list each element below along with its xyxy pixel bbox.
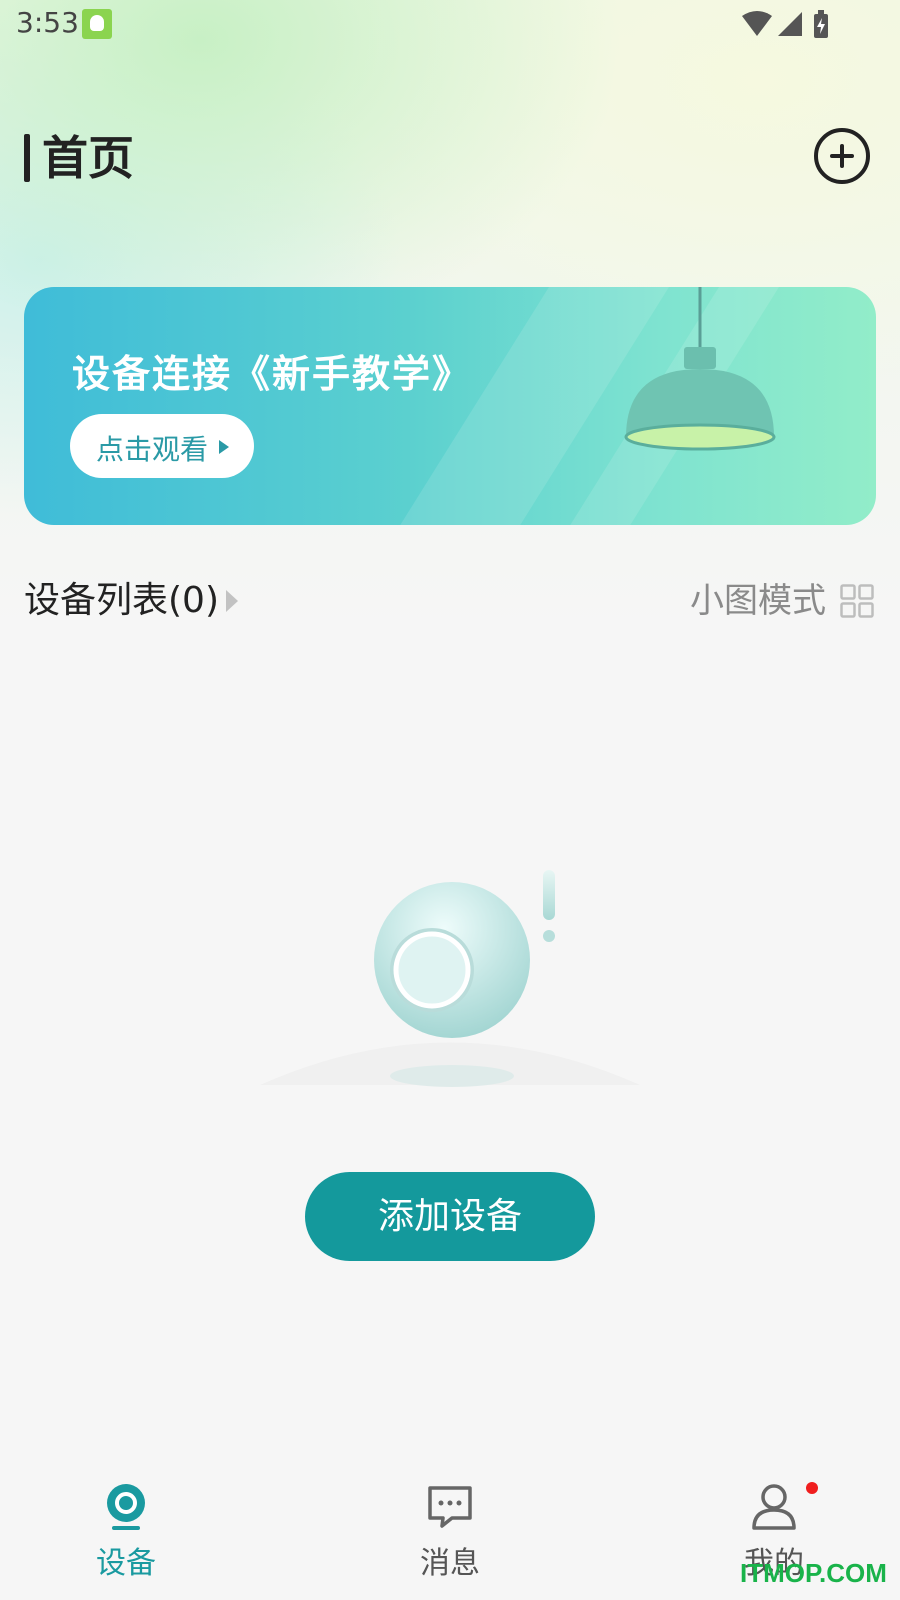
app-notification-icon xyxy=(82,9,112,39)
watch-tutorial-button[interactable]: 点击观看 xyxy=(70,414,254,478)
device-list-title[interactable]: 设备列表(0) xyxy=(24,580,219,622)
grid-view-icon[interactable] xyxy=(840,584,874,618)
watch-tutorial-label: 点击观看 xyxy=(96,433,209,466)
status-time: 3:53 xyxy=(16,6,79,39)
add-icon-button[interactable] xyxy=(814,128,870,184)
banner-title: 设备连接《新手教学》 xyxy=(72,352,473,396)
add-device-button[interactable]: 添加设备 xyxy=(305,1172,595,1261)
system-status-icons xyxy=(742,10,828,38)
title-accent-bar xyxy=(24,134,30,182)
notification-badge xyxy=(806,1482,818,1494)
message-icon xyxy=(428,1486,472,1528)
person-icon xyxy=(752,1484,796,1530)
camera-icon xyxy=(107,1484,145,1530)
lamp-illustration xyxy=(624,287,776,451)
battery-icon xyxy=(814,10,828,38)
watermark: ITMOP.COM xyxy=(740,1558,887,1588)
chevron-right-icon[interactable] xyxy=(226,590,238,612)
view-mode-label[interactable]: 小图模式 xyxy=(690,580,826,622)
page-title: 首页 xyxy=(42,131,134,185)
cell-signal-icon xyxy=(778,12,802,36)
tab-messages-label: 消息 xyxy=(420,1546,480,1581)
add-device-label: 添加设备 xyxy=(377,1196,522,1237)
tab-messages[interactable]: 消息 xyxy=(370,1460,530,1600)
play-arrow-icon xyxy=(219,440,229,454)
wifi-icon xyxy=(742,11,772,36)
tab-devices[interactable]: 设备 xyxy=(46,1460,206,1600)
tab-devices-label: 设备 xyxy=(96,1546,156,1581)
status-bar: 3:53 xyxy=(0,0,900,48)
tutorial-banner[interactable]: 设备连接《新手教学》 点击观看 xyxy=(24,287,876,525)
empty-device-illustration xyxy=(260,870,640,1087)
